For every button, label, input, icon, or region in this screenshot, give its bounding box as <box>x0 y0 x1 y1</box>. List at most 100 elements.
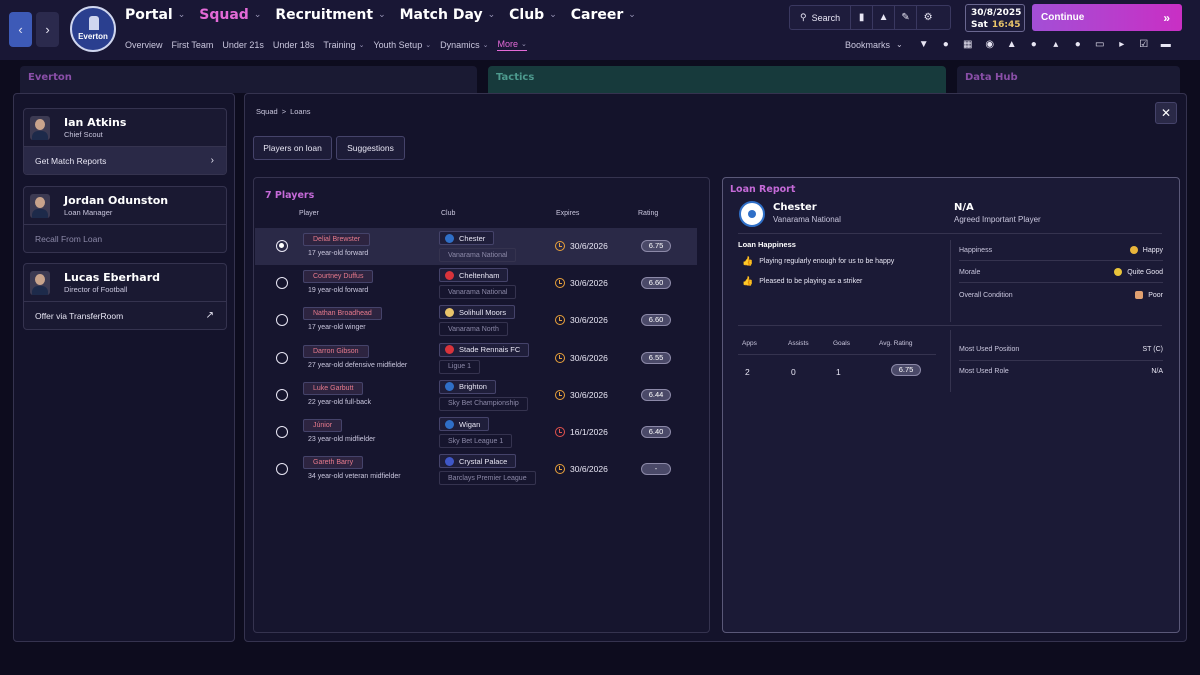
rating-pill: 6.40 <box>641 426 671 438</box>
report-club[interactable]: Chester <box>773 202 817 213</box>
loan-club[interactable]: Solihull Moors <box>439 305 516 320</box>
forward-button[interactable]: › <box>36 12 59 47</box>
nav-career[interactable]: Career ⌄ <box>571 7 636 23</box>
offer-via-transferroom-button[interactable]: Offer via TransferRoom ↗ <box>24 301 226 329</box>
recall-from-loan-button[interactable]: Recall From Loan <box>24 224 226 252</box>
club-league[interactable]: Ligue 1 <box>439 359 480 374</box>
breadcrumb-squad[interactable]: Squad <box>256 107 278 116</box>
stat-label: Most Used Role <box>959 368 1009 375</box>
clock-icon <box>555 427 565 437</box>
nav-squad[interactable]: Squad ⌄ <box>199 7 261 23</box>
loan-club[interactable]: Crystal Palace <box>439 454 517 469</box>
subnav-overview[interactable]: Overview <box>125 39 163 51</box>
divider <box>950 240 951 322</box>
bg-panel-everton: Everton <box>20 66 477 93</box>
player-name[interactable]: Courtney Duffus <box>303 270 374 284</box>
nav-recruitment[interactable]: Recruitment ⌄ <box>275 7 385 23</box>
continue-button[interactable]: Continue » <box>1032 4 1182 31</box>
select-radio[interactable] <box>276 426 288 438</box>
clipboard-icon[interactable]: ▭ <box>1089 39 1111 50</box>
loan-club[interactable]: Chester <box>439 231 495 245</box>
club-crest[interactable]: Everton <box>70 6 116 52</box>
player-row[interactable]: Gareth Barry 34 year-old veteran midfield… <box>255 451 697 488</box>
column-header-expires[interactable]: Expires <box>556 210 579 217</box>
subnav-first-team[interactable]: First Team <box>172 39 214 51</box>
player-row[interactable]: Luke Garbutt 22 year-old full-back Brighto… <box>255 377 697 414</box>
club-league[interactable]: Sky Bet League 1 <box>439 434 513 448</box>
back-button[interactable]: ‹ <box>9 12 32 47</box>
club-league[interactable]: Vanarama National <box>439 248 517 262</box>
whistle-icon[interactable]: ● <box>1023 39 1045 50</box>
date-text: 30/8/2025 <box>971 8 1022 18</box>
subnav-youth-setup[interactable]: Youth Setup ⌄ <box>373 39 431 51</box>
nav-portal[interactable]: Portal ⌄ <box>125 7 185 23</box>
dog-icon[interactable]: ● <box>1067 39 1089 50</box>
subnav-more[interactable]: More ⌄ <box>497 39 527 51</box>
player-row[interactable]: Courtney Duffus 19 year-old forward Chelte… <box>255 265 697 302</box>
player-name[interactable]: Nathan Broadhead <box>303 307 382 321</box>
player-name[interactable]: Júnior <box>303 419 343 432</box>
edit-button[interactable]: ✎ <box>895 6 918 29</box>
game-date[interactable]: 30/8/2025 Sat 16:45 <box>965 4 1025 32</box>
select-radio[interactable] <box>276 388 288 401</box>
staff-card-loan-manager: Jordan Odunston Loan Manager Recall From… <box>23 186 227 253</box>
column-header-rating[interactable]: Rating <box>638 210 658 217</box>
close-button[interactable]: ✕ <box>1155 102 1177 124</box>
select-radio[interactable] <box>276 351 288 364</box>
tab-players-on-loan[interactable]: Players on loan <box>253 136 332 160</box>
select-radio[interactable] <box>276 314 288 327</box>
subnav-under-18s[interactable]: Under 18s <box>273 39 315 51</box>
staff-header[interactable]: Ian Atkins Chief Scout <box>24 109 226 146</box>
nav-label: Squad <box>199 7 249 23</box>
staff-header[interactable]: Jordan Odunston Loan Manager <box>24 187 226 224</box>
checklist-icon[interactable]: ☑ <box>1133 39 1155 50</box>
chevron-down-icon: ⌄ <box>520 41 527 48</box>
club-league[interactable]: Vanarama National <box>439 285 517 300</box>
report-league[interactable]: Vanarama National <box>773 215 841 224</box>
report-status: Agreed Important Player <box>954 215 1041 224</box>
loan-club[interactable]: Wigan <box>439 417 490 431</box>
player-row[interactable]: Júnior 23 year-old midfielder Wigan Sky Bet… <box>255 414 697 451</box>
player-row[interactable]: Delial Brewster 17 year-old forward Cheste… <box>255 228 697 265</box>
column-header-club[interactable]: Club <box>441 210 455 217</box>
club-league[interactable]: Sky Bet Championship <box>439 396 528 411</box>
chat-icon[interactable]: ▬ <box>1155 39 1177 50</box>
calendar-icon[interactable]: ▦ <box>957 39 979 50</box>
player-row[interactable]: Darron Gibson 27 year-old defensive midfi… <box>255 340 697 377</box>
get-match-reports-button[interactable]: Get Match Reports › <box>24 146 226 174</box>
coins-icon[interactable]: ◉ <box>979 39 1001 50</box>
settings-button[interactable]: ⚙ <box>917 6 939 29</box>
column-header-player[interactable]: Player <box>299 210 319 217</box>
player-name[interactable]: Gareth Barry <box>303 456 364 470</box>
subnav-under-21s[interactable]: Under 21s <box>222 39 264 51</box>
select-radio[interactable] <box>276 240 288 252</box>
loan-club[interactable]: Stade Rennais FC <box>439 342 530 357</box>
shield-icon[interactable]: ▲ <box>1001 39 1023 50</box>
loan-club[interactable]: Cheltenham <box>439 268 509 283</box>
club-league[interactable]: Vanarama North <box>439 322 508 337</box>
kit-button[interactable]: ▲ <box>873 6 896 29</box>
select-radio[interactable] <box>276 277 288 290</box>
loan-club[interactable]: Brighton <box>439 379 496 394</box>
network-icon[interactable]: ▴ <box>1045 39 1067 50</box>
megaphone-icon[interactable]: ▸ <box>1111 39 1133 50</box>
select-radio[interactable] <box>276 463 288 476</box>
tab-suggestions[interactable]: Suggestions <box>336 136 405 160</box>
bookmarks-label[interactable]: Bookmarks <box>845 40 890 50</box>
staff-header[interactable]: Lucas Eberhard Director of Football <box>24 264 226 301</box>
subnav-dynamics[interactable]: Dynamics ⌄ <box>440 39 488 51</box>
notebook-button[interactable]: ▮ <box>851 6 874 29</box>
player-name[interactable]: Delial Brewster <box>303 233 371 246</box>
player-name[interactable]: Luke Garbutt <box>303 381 364 395</box>
chevron-down-icon[interactable]: ⌄ <box>896 40 903 49</box>
search-button[interactable]: ⚲ Search <box>790 6 852 29</box>
paw-icon[interactable]: ● <box>935 39 957 50</box>
player-name[interactable]: Darron Gibson <box>303 344 369 358</box>
shirt-icon[interactable]: ▼ <box>913 39 935 50</box>
club-league[interactable]: Barclays Premier League <box>439 471 536 486</box>
nav-match-day[interactable]: Match Day ⌄ <box>400 7 496 23</box>
player-row[interactable]: Nathan Broadhead 17 year-old winger Solihu… <box>255 302 697 339</box>
stat-value-text: Poor <box>1148 291 1163 299</box>
subnav-training[interactable]: Training ⌄ <box>323 39 364 51</box>
nav-club[interactable]: Club ⌄ <box>509 7 557 23</box>
